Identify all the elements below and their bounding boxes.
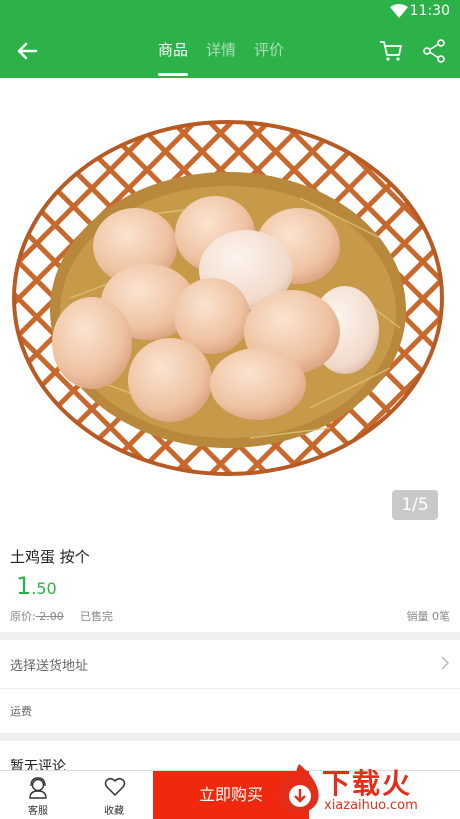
product-tabs: 商品 详情 评价 bbox=[150, 24, 294, 78]
watermark-logo: 下载火 xiazaihuo.com bbox=[270, 760, 460, 818]
customer-service-button[interactable]: 客服 bbox=[0, 771, 76, 819]
tab-reviews[interactable]: 评价 bbox=[246, 24, 292, 78]
original-price: 原价: 2.00 bbox=[10, 608, 64, 624]
cart-icon[interactable] bbox=[378, 38, 404, 64]
price-integer: 1 bbox=[16, 572, 32, 600]
eggs-basket-image bbox=[12, 120, 444, 476]
product-info: 土鸡蛋 按个 1.50 原价: 2.00 已售完 销量 0笔 bbox=[0, 536, 460, 632]
app-bar: 商品 详情 评价 bbox=[0, 24, 460, 78]
status-time: 11:30 bbox=[409, 3, 450, 19]
watermark-text: 下载火 bbox=[322, 767, 413, 800]
product-price: 1.50 bbox=[16, 572, 57, 600]
wifi-icon bbox=[390, 4, 408, 18]
customer-service-label: 客服 bbox=[28, 806, 48, 817]
section-divider bbox=[0, 632, 460, 640]
original-price-value: 2.00 bbox=[35, 610, 64, 623]
sold-out-status: 已售完 bbox=[80, 610, 113, 623]
favorite-label: 收藏 bbox=[104, 806, 124, 817]
product-title: 土鸡蛋 按个 bbox=[10, 548, 90, 566]
delivery-address-row[interactable]: 选择送货地址 bbox=[0, 640, 460, 689]
sales-count: 销量 0笔 bbox=[406, 610, 451, 623]
tab-goods[interactable]: 商品 bbox=[150, 24, 196, 78]
back-arrow-icon[interactable] bbox=[14, 38, 40, 64]
watermark-url: xiazaihuo.com bbox=[324, 798, 418, 813]
original-price-label: 原价: bbox=[10, 610, 36, 623]
product-image-gallery[interactable] bbox=[0, 78, 460, 536]
favorite-button[interactable]: 收藏 bbox=[76, 771, 152, 819]
chevron-right-icon bbox=[441, 656, 450, 670]
gallery-page-indicator: 1/5 bbox=[392, 490, 438, 520]
tab-details[interactable]: 详情 bbox=[198, 24, 244, 78]
shipping-fee-row: 运费 bbox=[0, 689, 460, 733]
delivery-address-label: 选择送货地址 bbox=[10, 659, 89, 674]
customer-service-icon bbox=[29, 777, 47, 799]
heart-icon bbox=[104, 777, 126, 796]
section-divider bbox=[0, 733, 460, 741]
shipping-fee-label: 运费 bbox=[10, 705, 32, 718]
price-decimal: .50 bbox=[31, 579, 57, 598]
share-icon[interactable] bbox=[422, 38, 446, 64]
fire-logo-icon bbox=[278, 764, 319, 814]
status-bar: 11:30 bbox=[0, 0, 460, 24]
